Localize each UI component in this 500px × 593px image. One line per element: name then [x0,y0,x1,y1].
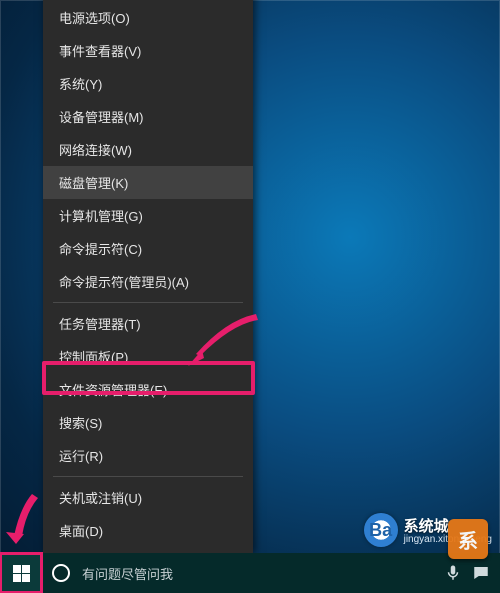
menu-item-command-prompt-admin[interactable]: 命令提示符(管理员)(A) [43,265,253,298]
menu-item-network-connections[interactable]: 网络连接(W) [43,133,253,166]
windows-logo-icon [13,565,30,582]
watermark-subtext: jingyan.xitongcheng [404,534,492,545]
menu-item-file-explorer[interactable]: 文件资源管理器(E) [43,373,253,406]
menu-item-desktop[interactable]: 桌面(D) [43,514,253,547]
menu-item-task-manager[interactable]: 任务管理器(T) [43,307,253,340]
desktop: 程序和功能(F) 电源选项(O) 事件查看器(V) 系统(Y) 设备管理器(M)… [0,0,500,593]
watermark-text: 系统城 [404,518,449,535]
start-button[interactable] [0,553,42,593]
menu-item-run[interactable]: 运行(R) [43,439,253,472]
menu-item-control-panel[interactable]: 控制面板(P) [43,340,253,373]
microphone-icon[interactable] [444,564,462,582]
menu-item-computer-management[interactable]: 计算机管理(G) [43,199,253,232]
watermark-square-char: 系 [458,525,478,554]
cortana-button[interactable] [42,553,80,593]
watermark-paw-icon: Ba [364,513,398,547]
menu-item-system[interactable]: 系统(Y) [43,67,253,100]
menu-item-event-viewer[interactable]: 事件查看器(V) [43,34,253,67]
taskbar: 有问题尽管问我 [0,553,500,593]
watermark-site: Ba 系统城 jingyan.xitongcheng [364,513,492,547]
watermark-prefix: Ba [369,520,392,541]
menu-item-command-prompt[interactable]: 命令提示符(C) [43,232,253,265]
search-box[interactable]: 有问题尽管问我 [80,553,240,593]
action-center-icon[interactable] [472,564,490,582]
annotation-arrow-to-start [4,492,44,548]
menu-item-device-manager[interactable]: 设备管理器(M) [43,100,253,133]
menu-item-power-options[interactable]: 电源选项(O) [43,1,253,34]
menu-separator [53,302,243,303]
search-placeholder-text: 有问题尽管问我 [82,564,173,583]
menu-separator [53,476,243,477]
system-tray [434,564,500,582]
winx-context-menu: 程序和功能(F) 电源选项(O) 事件查看器(V) 系统(Y) 设备管理器(M)… [43,0,253,553]
menu-item-search[interactable]: 搜索(S) [43,406,253,439]
menu-item-disk-management[interactable]: 磁盘管理(K) [43,166,253,199]
menu-item-shutdown-signout[interactable]: 关机或注销(U) [43,481,253,514]
cortana-ring-icon [52,564,70,582]
